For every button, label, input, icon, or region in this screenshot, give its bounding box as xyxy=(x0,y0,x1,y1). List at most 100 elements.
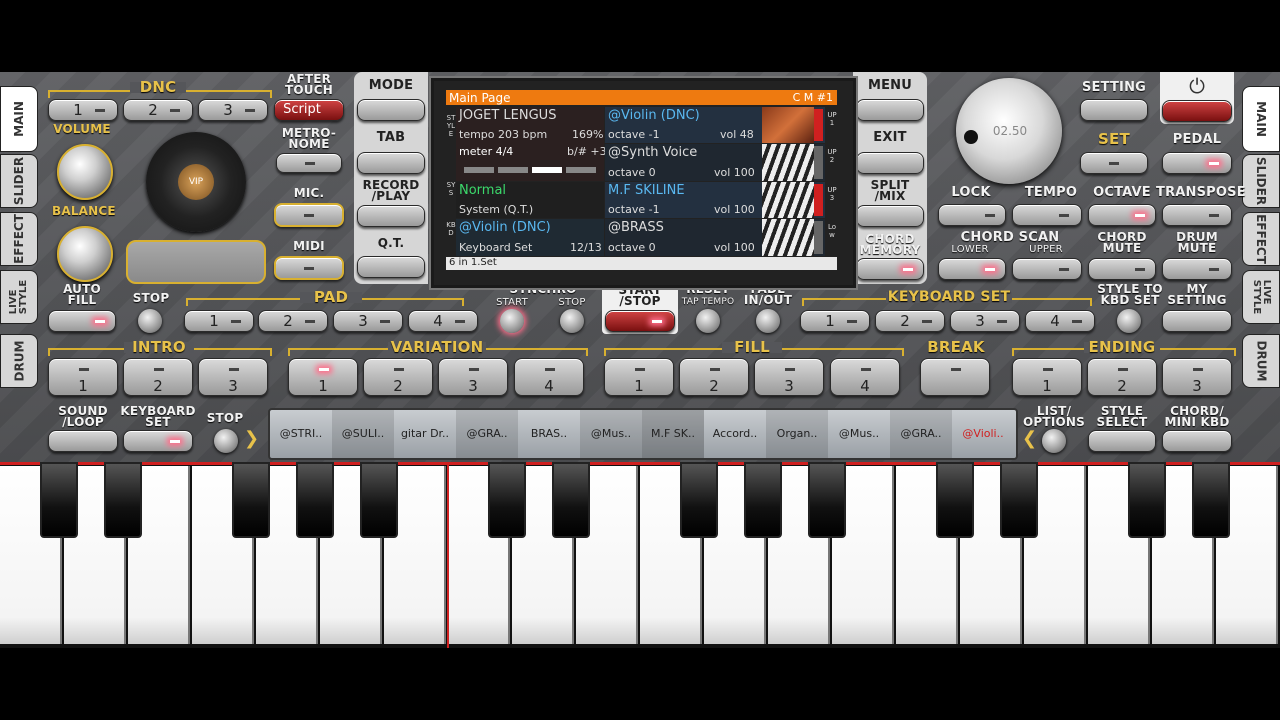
tab-slider-left[interactable]: SLIDER xyxy=(0,154,38,208)
black-key[interactable] xyxy=(744,462,782,538)
variation-button-3[interactable]: 3 xyxy=(438,358,508,396)
pad-stop-knob[interactable] xyxy=(138,309,162,333)
tempo-button[interactable] xyxy=(1012,204,1082,226)
strip-item[interactable]: BRAS.. xyxy=(518,410,580,458)
fill-button-3[interactable]: 3 xyxy=(754,358,824,396)
record-play-button[interactable] xyxy=(357,205,425,227)
script-button[interactable]: Script xyxy=(274,99,344,121)
strip-left-arrow-icon[interactable]: ❮ xyxy=(1022,428,1037,449)
dnc-button-3[interactable]: 3 xyxy=(198,99,268,121)
black-key[interactable] xyxy=(232,462,270,538)
strip-item[interactable]: M.F SK.. xyxy=(642,410,704,458)
tab-effect-right[interactable]: EFFECT xyxy=(1242,212,1280,266)
black-key[interactable] xyxy=(936,462,974,538)
piano-keyboard[interactable] xyxy=(0,462,1280,648)
balance-knob[interactable] xyxy=(57,226,113,282)
keyboard-set-bottom-button[interactable] xyxy=(123,430,193,452)
chord-mute-button[interactable] xyxy=(1088,258,1156,280)
black-key[interactable] xyxy=(1128,462,1166,538)
tab-button[interactable] xyxy=(357,152,425,174)
kbd-set-button-1[interactable]: 1 xyxy=(800,310,870,332)
black-key[interactable] xyxy=(552,462,590,538)
black-key[interactable] xyxy=(488,462,526,538)
style-select-button[interactable] xyxy=(1088,430,1156,452)
power-button[interactable] xyxy=(1162,100,1232,122)
fade-knob[interactable] xyxy=(756,309,780,333)
strip-item[interactable]: @Mus.. xyxy=(580,410,642,458)
kbd-set-button-2[interactable]: 2 xyxy=(875,310,945,332)
strip-right-arrow-icon[interactable]: ❯ xyxy=(244,428,259,449)
pedal-button[interactable] xyxy=(1162,152,1232,174)
black-key[interactable] xyxy=(360,462,398,538)
start-stop-button[interactable] xyxy=(605,310,675,332)
strip-item[interactable]: @Mus.. xyxy=(828,410,890,458)
tab-live-style-left[interactable]: LIVE STYLE xyxy=(0,270,38,324)
synchro-stop-knob[interactable] xyxy=(560,309,584,333)
ending-button-1[interactable]: 1 xyxy=(1012,358,1082,396)
chord-mini-kbd-button[interactable] xyxy=(1162,430,1232,452)
fill-button-1[interactable]: 1 xyxy=(604,358,674,396)
tab-drum-left[interactable]: DRUM xyxy=(0,334,38,388)
strip-item[interactable]: Accord.. xyxy=(704,410,766,458)
lock-button[interactable] xyxy=(938,204,1006,226)
tab-main-left[interactable]: MAIN xyxy=(0,86,38,152)
intro-button-1[interactable]: 1 xyxy=(48,358,118,396)
mic-button[interactable] xyxy=(274,203,344,227)
list-options-knob[interactable] xyxy=(1042,429,1066,453)
dnc-button-2[interactable]: 2 xyxy=(123,99,193,121)
tab-slider-right[interactable]: SLIDER xyxy=(1242,154,1280,208)
strip-item[interactable]: @STRI.. xyxy=(270,410,332,458)
black-key[interactable] xyxy=(296,462,334,538)
tab-live-style-right[interactable]: LIVE STYLE xyxy=(1242,270,1280,324)
variation-button-2[interactable]: 2 xyxy=(363,358,433,396)
tab-main-right[interactable]: MAIN xyxy=(1242,86,1280,152)
exit-button[interactable] xyxy=(856,152,924,174)
volume-knob[interactable] xyxy=(57,144,113,200)
pad-button-3[interactable]: 3 xyxy=(333,310,403,332)
black-key[interactable] xyxy=(104,462,142,538)
strip-item[interactable]: @Violi.. xyxy=(952,410,1014,458)
midi-button[interactable] xyxy=(274,256,344,280)
style-strip[interactable]: @STRI.. @SULI.. gitar Dr.. @GRA.. BRAS..… xyxy=(268,408,1018,460)
kbd-set-button-3[interactable]: 3 xyxy=(950,310,1020,332)
setting-button[interactable] xyxy=(1080,99,1148,121)
split-mix-button[interactable] xyxy=(856,205,924,227)
strip-item[interactable]: @GRA.. xyxy=(456,410,518,458)
data-dial[interactable]: 02.50 xyxy=(956,78,1062,184)
black-key[interactable] xyxy=(1192,462,1230,538)
black-key[interactable] xyxy=(1000,462,1038,538)
black-key[interactable] xyxy=(808,462,846,538)
reset-knob[interactable] xyxy=(696,309,720,333)
chord-scan-upper-button[interactable] xyxy=(1012,258,1082,280)
tab-drum-right[interactable]: DRUM xyxy=(1242,334,1280,388)
bottom-stop-knob[interactable] xyxy=(214,429,238,453)
intro-button-3[interactable]: 3 xyxy=(198,358,268,396)
pad-button-2[interactable]: 2 xyxy=(258,310,328,332)
fill-button-2[interactable]: 2 xyxy=(679,358,749,396)
drum-mute-button[interactable] xyxy=(1162,258,1232,280)
variation-button-1[interactable]: 1 xyxy=(288,358,358,396)
power-icon[interactable]: ⏻ xyxy=(1186,75,1208,97)
mode-button[interactable] xyxy=(357,99,425,121)
pad-button-4[interactable]: 4 xyxy=(408,310,478,332)
vip-slot[interactable] xyxy=(126,240,266,284)
kbd-set-button-4[interactable]: 4 xyxy=(1025,310,1095,332)
octave-button[interactable] xyxy=(1088,204,1156,226)
tab-effect-left[interactable]: EFFECT xyxy=(0,212,38,266)
intro-button-2[interactable]: 2 xyxy=(123,358,193,396)
transpose-button[interactable] xyxy=(1162,204,1232,226)
auto-fill-button[interactable] xyxy=(48,310,116,332)
metronome-button[interactable] xyxy=(276,153,342,173)
chord-memory-button[interactable] xyxy=(856,258,924,280)
synchro-start-knob[interactable] xyxy=(500,309,524,333)
black-key[interactable] xyxy=(680,462,718,538)
break-button[interactable] xyxy=(920,358,990,396)
ending-button-3[interactable]: 3 xyxy=(1162,358,1232,396)
fill-button-4[interactable]: 4 xyxy=(830,358,900,396)
main-screen[interactable]: Main Page C M #1 STYLE SYS KBD JOGET LEN… xyxy=(431,78,856,288)
ending-button-2[interactable]: 2 xyxy=(1087,358,1157,396)
strip-item[interactable]: Organ.. xyxy=(766,410,828,458)
chord-scan-lower-button[interactable] xyxy=(938,258,1006,280)
vip-disc[interactable]: VIP xyxy=(146,132,246,232)
variation-button-4[interactable]: 4 xyxy=(514,358,584,396)
